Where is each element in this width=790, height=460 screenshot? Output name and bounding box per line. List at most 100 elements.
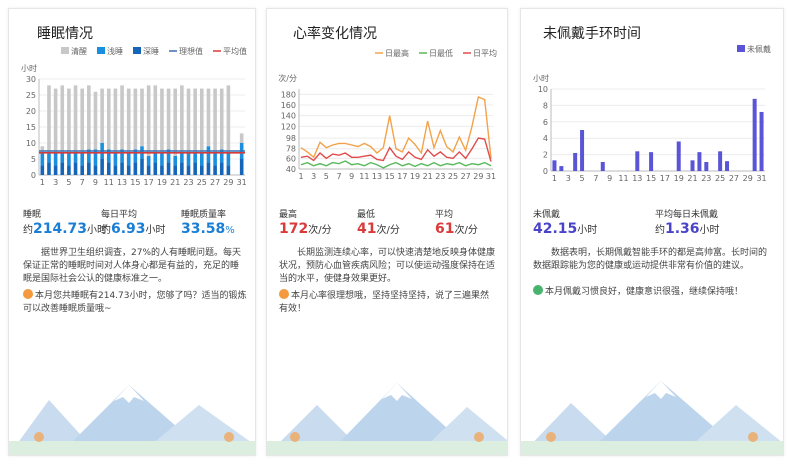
y-axis-label: 次/分 bbox=[278, 73, 297, 83]
x-tick-label: 23 bbox=[435, 172, 445, 181]
legend-label: 浅睡 bbox=[107, 46, 123, 56]
x-tick-label: 7 bbox=[80, 178, 85, 187]
y-tick-label: 2 bbox=[543, 151, 548, 160]
legend-label: 深睡 bbox=[143, 47, 159, 56]
sleep-bar-segment bbox=[73, 162, 78, 175]
sleep-quality-unit: % bbox=[225, 225, 235, 236]
x-tick-label: 3 bbox=[566, 174, 571, 183]
sleep-bar-segment bbox=[226, 152, 231, 166]
sleep-bar-segment bbox=[200, 152, 204, 166]
heart-card: 心率变化情况 40 60 78 98 120 140 160 180 次/分 1 3 5 7 9 11 13 1… bbox=[266, 8, 508, 456]
sleep-total-label: 睡眠 bbox=[23, 210, 42, 220]
sleep-bar-segment bbox=[200, 88, 204, 153]
heart-avg-value: 61 bbox=[435, 221, 455, 237]
sleep-bar-segment bbox=[67, 165, 71, 175]
unworn-total-stat: 未佩戴 42.15小时 bbox=[533, 207, 597, 237]
unworn-bar bbox=[690, 160, 695, 171]
sleep-bar-segment bbox=[106, 162, 111, 175]
x-tick-label: 17 bbox=[144, 178, 154, 187]
sleep-bar-segment bbox=[186, 88, 191, 153]
y-tick-label: 25 bbox=[26, 91, 36, 100]
unworn-total-unit: 小时 bbox=[577, 225, 598, 236]
sleep-bar-segment bbox=[180, 85, 184, 153]
sleep-card: 睡眠情况 0 5 10 15 20 25 30 小时 1 3 5 7 9 11 13 15 17 19 21 23 25… bbox=[8, 8, 256, 456]
sleep-bar-segment bbox=[146, 85, 151, 156]
unworn-total-label: 未佩戴 bbox=[533, 210, 561, 220]
x-tick-label: 3 bbox=[311, 172, 316, 181]
unworn-daily-prefix: 约 bbox=[655, 225, 665, 236]
x-tick-label: 13 bbox=[632, 174, 642, 183]
sleep-bar-segment bbox=[80, 165, 84, 175]
sleep-total-stat: 睡眠 约214.73小时 bbox=[23, 207, 107, 237]
sleep-bar-segment bbox=[213, 152, 217, 166]
sleep-bar-segment bbox=[40, 152, 45, 166]
sleep-bar-segment bbox=[53, 165, 58, 175]
sleep-quality-value: 33.58 bbox=[181, 221, 226, 237]
sleep-bar-segment bbox=[120, 85, 124, 150]
x-tick-label: 21 bbox=[170, 178, 180, 187]
mountain-scene-illustration bbox=[521, 381, 783, 455]
sleep-daily-label: 每日平均 bbox=[101, 210, 138, 220]
heart-avg-unit: 次/分 bbox=[454, 225, 478, 236]
x-tick-label: 13 bbox=[117, 178, 127, 187]
legend-label: 未佩戴 bbox=[747, 44, 771, 54]
heart-avg-stat: 平均 61次/分 bbox=[435, 207, 478, 237]
x-tick-label: 9 bbox=[93, 178, 98, 187]
heart-high-label: 最高 bbox=[279, 210, 298, 220]
x-tick-label: 7 bbox=[593, 174, 598, 183]
sleep-tip-text: 本月您共睡眠有214.73小时，您够了吗？适当的锻炼可以改善睡眠质量哦~ bbox=[23, 291, 247, 314]
x-tick-label: 29 bbox=[223, 178, 233, 187]
sleep-bar-segment bbox=[146, 165, 151, 175]
sleep-bar-segment bbox=[113, 165, 118, 175]
sleep-bar-segment bbox=[153, 162, 158, 175]
sleep-bar-segment bbox=[67, 152, 71, 166]
unworn-description: 数据表明，长期佩戴智能手环的都是高帅富。长时间的数据跟踪能为您的健康或运动提供非… bbox=[533, 248, 768, 271]
sleep-bar-segment bbox=[100, 159, 104, 175]
x-tick-label: 25 bbox=[197, 178, 207, 187]
sleep-description: 据世界卫生组织调查，27%的人有睡眠问题。每天保证正常的睡眠时间对人体身心都是有… bbox=[23, 248, 242, 284]
y-tick-label: 0 bbox=[31, 171, 36, 180]
sleep-bar-segment bbox=[100, 88, 104, 143]
sleep-bar-segment bbox=[146, 155, 151, 166]
sleep-bar-segment bbox=[87, 85, 91, 150]
x-tick-label: 29 bbox=[743, 174, 753, 183]
y-tick-label: 60 bbox=[286, 154, 296, 163]
x-tick-label: 17 bbox=[660, 174, 670, 183]
y-axis-label: 小时 bbox=[21, 63, 37, 73]
unworn-bar bbox=[600, 161, 605, 171]
sleep-bar-segment bbox=[47, 152, 51, 163]
sleep-bar-segment bbox=[206, 88, 211, 147]
sleep-quality-label: 睡眠质量率 bbox=[181, 210, 227, 220]
y-tick-label: 10 bbox=[538, 85, 548, 94]
unworn-bar bbox=[635, 151, 640, 171]
sleep-bar-segment bbox=[140, 159, 144, 175]
heart-avg-label: 平均 bbox=[435, 210, 454, 220]
unworn-daily-unit: 小时 bbox=[699, 225, 720, 236]
x-tick-label: 17 bbox=[397, 172, 407, 181]
x-tick-label: 11 bbox=[359, 172, 369, 181]
unworn-bar bbox=[704, 161, 709, 171]
sleep-tip: 本月您共睡眠有214.73小时，您够了吗？适当的锻炼可以改善睡眠质量哦~ bbox=[23, 289, 247, 316]
sleep-bar-segment bbox=[239, 133, 244, 143]
x-tick-label: 13 bbox=[372, 172, 382, 181]
x-tick-label: 15 bbox=[385, 172, 395, 181]
x-tick-label: 21 bbox=[423, 172, 433, 181]
y-tick-label: 0 bbox=[543, 167, 548, 176]
sleep-bar-segment bbox=[60, 162, 65, 175]
x-tick-label: 7 bbox=[336, 172, 341, 181]
y-tick-label: 6 bbox=[543, 118, 548, 127]
bell-icon bbox=[279, 289, 289, 299]
unworn-total-value: 42.15 bbox=[533, 221, 578, 237]
legend-label: 日平均 bbox=[473, 48, 497, 58]
unworn-tip-text: 本月佩戴习惯良好，健康意识很强，继续保持哦！ bbox=[545, 287, 744, 297]
sleep-bar-segment bbox=[193, 152, 197, 163]
sleep-bar-segment bbox=[193, 88, 197, 153]
y-axis-label: 小时 bbox=[533, 73, 549, 83]
sleep-bar-segment bbox=[239, 159, 244, 175]
sleep-bar-segment bbox=[133, 162, 138, 175]
sleep-bar-segment bbox=[213, 165, 217, 175]
sleep-daily-prefix: 约 bbox=[101, 225, 111, 236]
y-tick-label: 78 bbox=[286, 145, 296, 154]
legend-swatch bbox=[737, 45, 745, 52]
x-tick-label: 1 bbox=[552, 174, 557, 183]
